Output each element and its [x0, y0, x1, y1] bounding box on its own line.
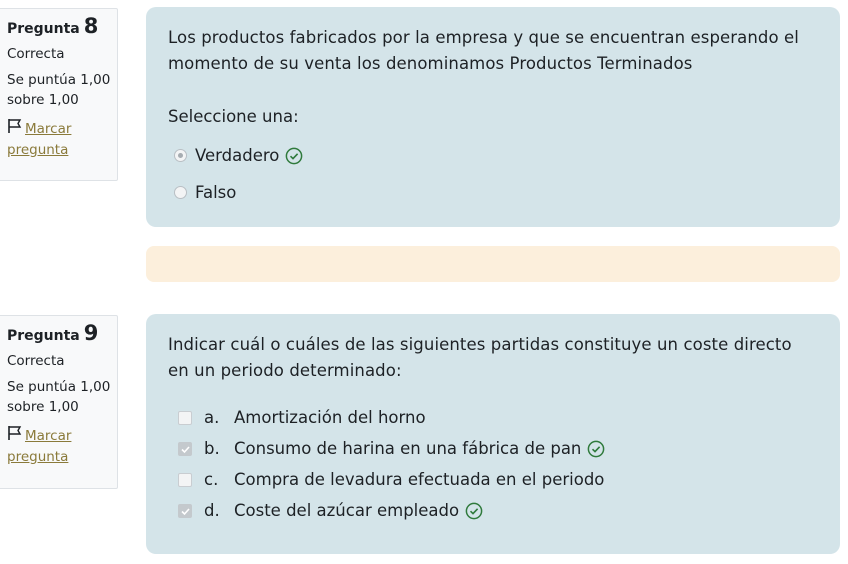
answer-list: a. Amortización del horno b. Consumo de … — [168, 402, 816, 526]
grade-line-1: Se puntúa 1,00 — [7, 379, 111, 395]
answer-option-a[interactable]: a. Amortización del horno — [168, 402, 816, 433]
answer-option-c[interactable]: c. Compra de levadura efectuada en el pe… — [168, 464, 816, 495]
answer-option-verdadero[interactable]: Verdadero — [168, 140, 816, 171]
answer-letter: d. — [204, 501, 220, 520]
question-content-8: Los productos fabricados por la empresa … — [146, 7, 840, 227]
answer-label[interactable]: Falso — [195, 183, 236, 202]
question-label: Pregunta — [7, 328, 80, 344]
question-grade: Se puntúa 1,00 sobre 1,00 — [7, 70, 117, 110]
flag-icon[interactable] — [7, 118, 25, 140]
flag-link-line-1[interactable]: Marcar — [25, 119, 71, 139]
question-label: Pregunta — [7, 21, 80, 37]
flag-icon[interactable] — [7, 425, 25, 447]
answer-option-falso[interactable]: Falso — [168, 177, 816, 208]
question-info-9: Pregunta 9 Correcta Se puntúa 1,00 sobre… — [0, 315, 118, 489]
radio-button[interactable] — [174, 186, 187, 199]
answer-prompt: Seleccione una: — [168, 107, 299, 126]
question-number-value: 8 — [83, 14, 99, 38]
question-number: Pregunta 9 — [7, 322, 117, 347]
flag-link-line-2[interactable]: pregunta — [7, 142, 68, 158]
checkbox[interactable] — [178, 441, 192, 456]
feedback-banner — [146, 246, 840, 282]
answer-label[interactable]: Verdadero — [195, 146, 279, 165]
question-grade: Se puntúa 1,00 sobre 1,00 — [7, 377, 117, 417]
grade-line-2: sobre 1,00 — [7, 399, 79, 415]
grade-line-1: Se puntúa 1,00 — [7, 72, 111, 88]
check-circle-icon — [465, 502, 483, 520]
question-state: Correcta — [7, 46, 65, 62]
check-circle-icon — [587, 440, 605, 458]
check-circle-icon — [285, 147, 303, 165]
checkbox[interactable] — [178, 472, 192, 487]
answer-option-b[interactable]: b. Consumo de harina en una fábrica de p… — [168, 433, 816, 464]
checkbox[interactable] — [178, 410, 192, 425]
answer-letter: b. — [204, 439, 220, 458]
answer-label[interactable]: Compra de levadura efectuada en el perio… — [234, 470, 604, 489]
checkbox[interactable] — [178, 503, 192, 518]
question-content-9: Indicar cuál o cuáles de las siguientes … — [146, 314, 840, 554]
answer-letter: c. — [204, 470, 219, 489]
answer-label[interactable]: Consumo de harina en una fábrica de pan — [234, 439, 581, 458]
question-text: Indicar cuál o cuáles de las siguientes … — [168, 335, 792, 380]
answer-label[interactable]: Amortización del horno — [234, 408, 426, 427]
flag-link-line-2[interactable]: pregunta — [7, 449, 68, 465]
flag-question[interactable]: Marcar pregunta — [7, 425, 117, 467]
answer-label[interactable]: Coste del azúcar empleado — [234, 501, 459, 520]
question-number-value: 9 — [83, 321, 99, 345]
question-number: Pregunta 8 — [7, 15, 117, 40]
answer-list: Verdadero Falso — [168, 140, 816, 208]
answer-letter: a. — [204, 408, 220, 427]
question-info-8: Pregunta 8 Correcta Se puntúa 1,00 sobre… — [0, 8, 118, 181]
grade-line-2: sobre 1,00 — [7, 92, 79, 108]
question-text: Los productos fabricados por la empresa … — [168, 28, 799, 73]
question-state: Correcta — [7, 353, 65, 369]
flag-question[interactable]: Marcar pregunta — [7, 118, 117, 160]
answer-option-d[interactable]: d. Coste del azúcar empleado — [168, 495, 816, 526]
radio-button[interactable] — [174, 149, 187, 162]
flag-link-line-1[interactable]: Marcar — [25, 426, 71, 446]
